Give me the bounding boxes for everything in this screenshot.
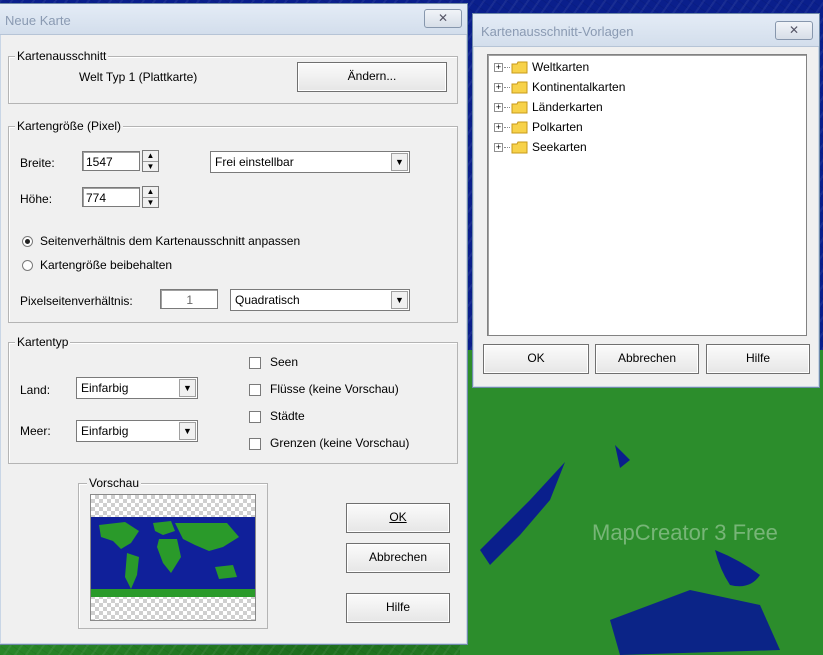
- preview-label: Vorschau: [87, 476, 142, 490]
- checkbox-rivers-label[interactable]: Flüsse (keine Vorschau): [270, 382, 399, 396]
- cancel-button[interactable]: Abbrechen: [346, 543, 450, 573]
- watermark-text: MapCreator 3 Free: [592, 520, 778, 545]
- checkbox-cities[interactable]: [249, 411, 261, 423]
- land-select[interactable]: Einfarbig ▼: [76, 377, 198, 399]
- width-input[interactable]: 1547: [82, 151, 140, 171]
- close-button[interactable]: ✕: [775, 21, 813, 40]
- spin-up-icon[interactable]: ▲: [143, 187, 158, 198]
- radio-keep-label[interactable]: Kartengröße beibehalten: [40, 258, 172, 272]
- ok-label: OK: [389, 510, 407, 524]
- templates-cancel-button[interactable]: Abbrechen: [595, 344, 699, 374]
- expand-icon[interactable]: +: [494, 103, 503, 112]
- chevron-down-icon[interactable]: ▼: [391, 291, 408, 309]
- checkbox-rivers[interactable]: [249, 384, 261, 396]
- templates-ok-button[interactable]: OK: [483, 344, 589, 374]
- preview-world-map: [91, 517, 255, 597]
- radio-adapt-label[interactable]: Seitenverhältnis dem Kartenausschnitt an…: [40, 234, 300, 248]
- expand-icon[interactable]: +: [494, 123, 503, 132]
- checkbox-borders[interactable]: [249, 438, 261, 450]
- close-button[interactable]: ✕: [424, 9, 462, 28]
- close-icon: ✕: [437, 11, 449, 25]
- window-title: Neue Karte: [5, 13, 71, 28]
- width-spinner[interactable]: ▲ ▼: [142, 150, 159, 172]
- spin-up-icon[interactable]: ▲: [143, 151, 158, 162]
- tree-item-label[interactable]: Länderkarten: [532, 100, 603, 114]
- pixel-ratio-input[interactable]: 1: [160, 289, 218, 309]
- map-type-label: Kartentyp: [15, 335, 71, 349]
- tree-item-label[interactable]: Polkarten: [532, 120, 583, 134]
- folder-icon: [511, 141, 528, 154]
- folder-icon: [511, 121, 528, 134]
- map-extent-value: Welt Typ 1 (Plattkarte): [79, 70, 198, 84]
- title-bar: Kartenausschnitt-Vorlagen ✕: [473, 14, 819, 47]
- radio-adapt[interactable]: [22, 236, 33, 247]
- pixel-ratio-select-value: Quadratisch: [235, 293, 300, 307]
- tree-item-label[interactable]: Seekarten: [532, 140, 587, 154]
- height-input[interactable]: 774: [82, 187, 140, 207]
- pixel-ratio-label: Pixelseitenverhältnis:: [20, 294, 133, 308]
- sea-label: Meer:: [20, 424, 51, 438]
- chevron-down-icon[interactable]: ▼: [179, 379, 196, 397]
- size-mode-value: Frei einstellbar: [215, 155, 294, 169]
- map-terrain: [460, 350, 823, 655]
- expand-icon[interactable]: +: [494, 63, 503, 72]
- height-spinner[interactable]: ▲ ▼: [142, 186, 159, 208]
- close-icon: ✕: [788, 23, 800, 37]
- spin-down-icon[interactable]: ▼: [143, 198, 158, 208]
- title-bar: Neue Karte ✕: [0, 4, 467, 35]
- width-label: Breite:: [20, 156, 55, 170]
- expand-icon[interactable]: +: [494, 143, 503, 152]
- chevron-down-icon[interactable]: ▼: [179, 422, 196, 440]
- height-label: Höhe:: [20, 192, 53, 206]
- map-size-label: Kartengröße (Pixel): [15, 119, 124, 133]
- tree-item-label[interactable]: Kontinentalkarten: [532, 80, 625, 94]
- spin-down-icon[interactable]: ▼: [143, 162, 158, 172]
- change-button[interactable]: Ändern...: [297, 62, 447, 92]
- tree-item-label[interactable]: Weltkarten: [532, 60, 589, 74]
- radio-keep[interactable]: [22, 260, 33, 271]
- land-label: Land:: [20, 383, 51, 397]
- chevron-down-icon[interactable]: ▼: [391, 153, 408, 171]
- folder-icon: [511, 101, 528, 114]
- sea-select[interactable]: Einfarbig ▼: [76, 420, 198, 442]
- checkbox-cities-label[interactable]: Städte: [270, 409, 305, 423]
- pixel-ratio-select[interactable]: Quadratisch ▼: [230, 289, 410, 311]
- map-extent-label: Kartenausschnitt: [15, 49, 109, 63]
- expand-icon[interactable]: +: [494, 83, 503, 92]
- checkbox-lakes-label[interactable]: Seen: [270, 355, 298, 369]
- template-tree[interactable]: + Weltkarten + Kontinentalkarten + Lände…: [487, 54, 807, 336]
- folder-icon: [511, 61, 528, 74]
- templates-help-button[interactable]: Hilfe: [706, 344, 810, 374]
- sea-select-value: Einfarbig: [81, 424, 129, 438]
- land-select-value: Einfarbig: [81, 381, 129, 395]
- window-title: Kartenausschnitt-Vorlagen: [481, 24, 634, 39]
- preview-image: [90, 494, 256, 621]
- size-mode-select[interactable]: Frei einstellbar ▼: [210, 151, 410, 173]
- checkbox-lakes[interactable]: [249, 357, 261, 369]
- ok-button[interactable]: OK: [346, 503, 450, 533]
- folder-icon: [511, 81, 528, 94]
- checkbox-borders-label[interactable]: Grenzen (keine Vorschau): [270, 436, 409, 450]
- help-button[interactable]: Hilfe: [346, 593, 450, 623]
